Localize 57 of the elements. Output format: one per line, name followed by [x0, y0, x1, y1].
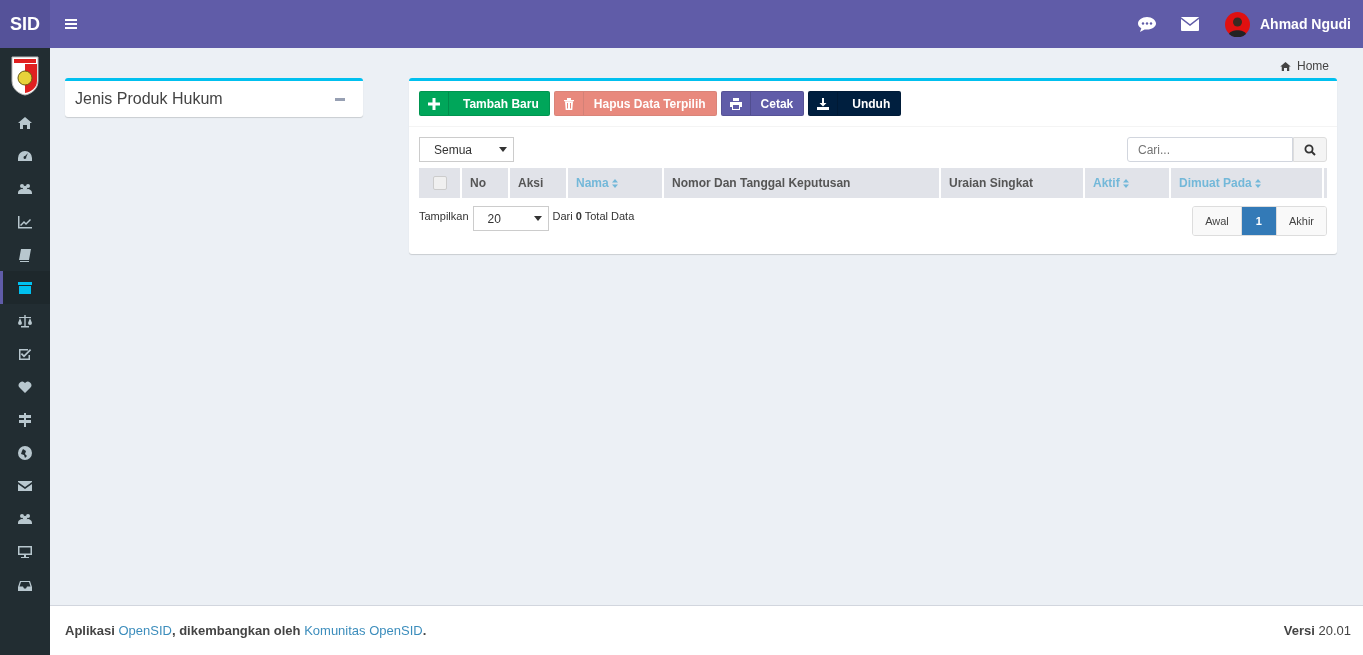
footer-link[interactable]: OpenSID [118, 623, 172, 638]
sort-icon [1122, 178, 1129, 188]
toolbar-button[interactable]: Cetak [720, 91, 805, 116]
signpost-icon [18, 412, 32, 427]
download-icon [817, 97, 830, 110]
home-icon [18, 115, 32, 130]
trash-icon [562, 97, 575, 110]
select-all-checkbox[interactable] [432, 176, 447, 190]
toolbar-button[interactable]: Tambah Baru [419, 91, 550, 116]
check-icon [18, 346, 32, 361]
book-icon [18, 247, 32, 262]
pagination-button[interactable]: Awal [1193, 207, 1241, 235]
emblem-icon [11, 56, 39, 96]
chart-icon [18, 214, 32, 229]
scale-icon [18, 313, 32, 328]
users-icon [18, 181, 32, 196]
avatar[interactable] [1225, 11, 1250, 37]
caret-icon [533, 216, 542, 221]
plus-icon [428, 97, 440, 110]
users-icon [18, 511, 32, 526]
sort-icon [611, 178, 618, 188]
pagination-button[interactable]: 1 [1240, 207, 1276, 235]
column-header: Aksi [518, 176, 544, 190]
archive-icon [18, 280, 32, 295]
chat-icon[interactable] [1138, 16, 1156, 32]
search-button[interactable] [1293, 137, 1327, 162]
dashboard-icon [18, 148, 32, 163]
breadcrumb-link[interactable]: Home [1297, 59, 1329, 73]
filter-select[interactable]: Semua [419, 137, 514, 162]
search-icon [1304, 143, 1316, 156]
footer-link[interactable]: Komunitas OpenSID [304, 623, 423, 638]
collapse-icon[interactable] [335, 97, 345, 101]
search-field[interactable]: Cari... [1127, 137, 1293, 162]
pagination-button[interactable]: Akhir [1275, 207, 1326, 235]
version-text: Versi 20.01 [1283, 623, 1351, 638]
caret-icon [499, 147, 507, 152]
sidebar-item[interactable] [0, 271, 50, 304]
column-header: Uraian Singkat [949, 176, 1034, 190]
heart-icon [18, 379, 32, 394]
globe-icon [18, 445, 32, 460]
column-header: Nomor Dan Tanggal Keputusan [672, 176, 851, 190]
total-summary: Dari 0 Total Data [552, 209, 635, 224]
envelope-icon[interactable] [1181, 17, 1199, 31]
user-name[interactable]: Ahmad Ngudi [1260, 16, 1351, 32]
box-title: Jenis Produk Hukum [75, 90, 223, 108]
monitor-icon [18, 544, 32, 559]
menu-icon[interactable] [65, 19, 77, 29]
page-size-select[interactable]: 20 [472, 206, 549, 231]
envelope-icon [18, 478, 32, 493]
footer-credit: Aplikasi OpenSID, dikembangkan oleh Komunitas OpenSID. [65, 623, 427, 638]
home-icon [1280, 61, 1291, 71]
page-size-label: Tampilkan [419, 209, 469, 224]
sort-icon [1254, 178, 1261, 188]
column-header: No [470, 176, 486, 190]
toolbar-button[interactable]: Unduh [808, 91, 902, 116]
app-logo[interactable]: SID [0, 0, 50, 48]
printer-icon [729, 97, 742, 110]
